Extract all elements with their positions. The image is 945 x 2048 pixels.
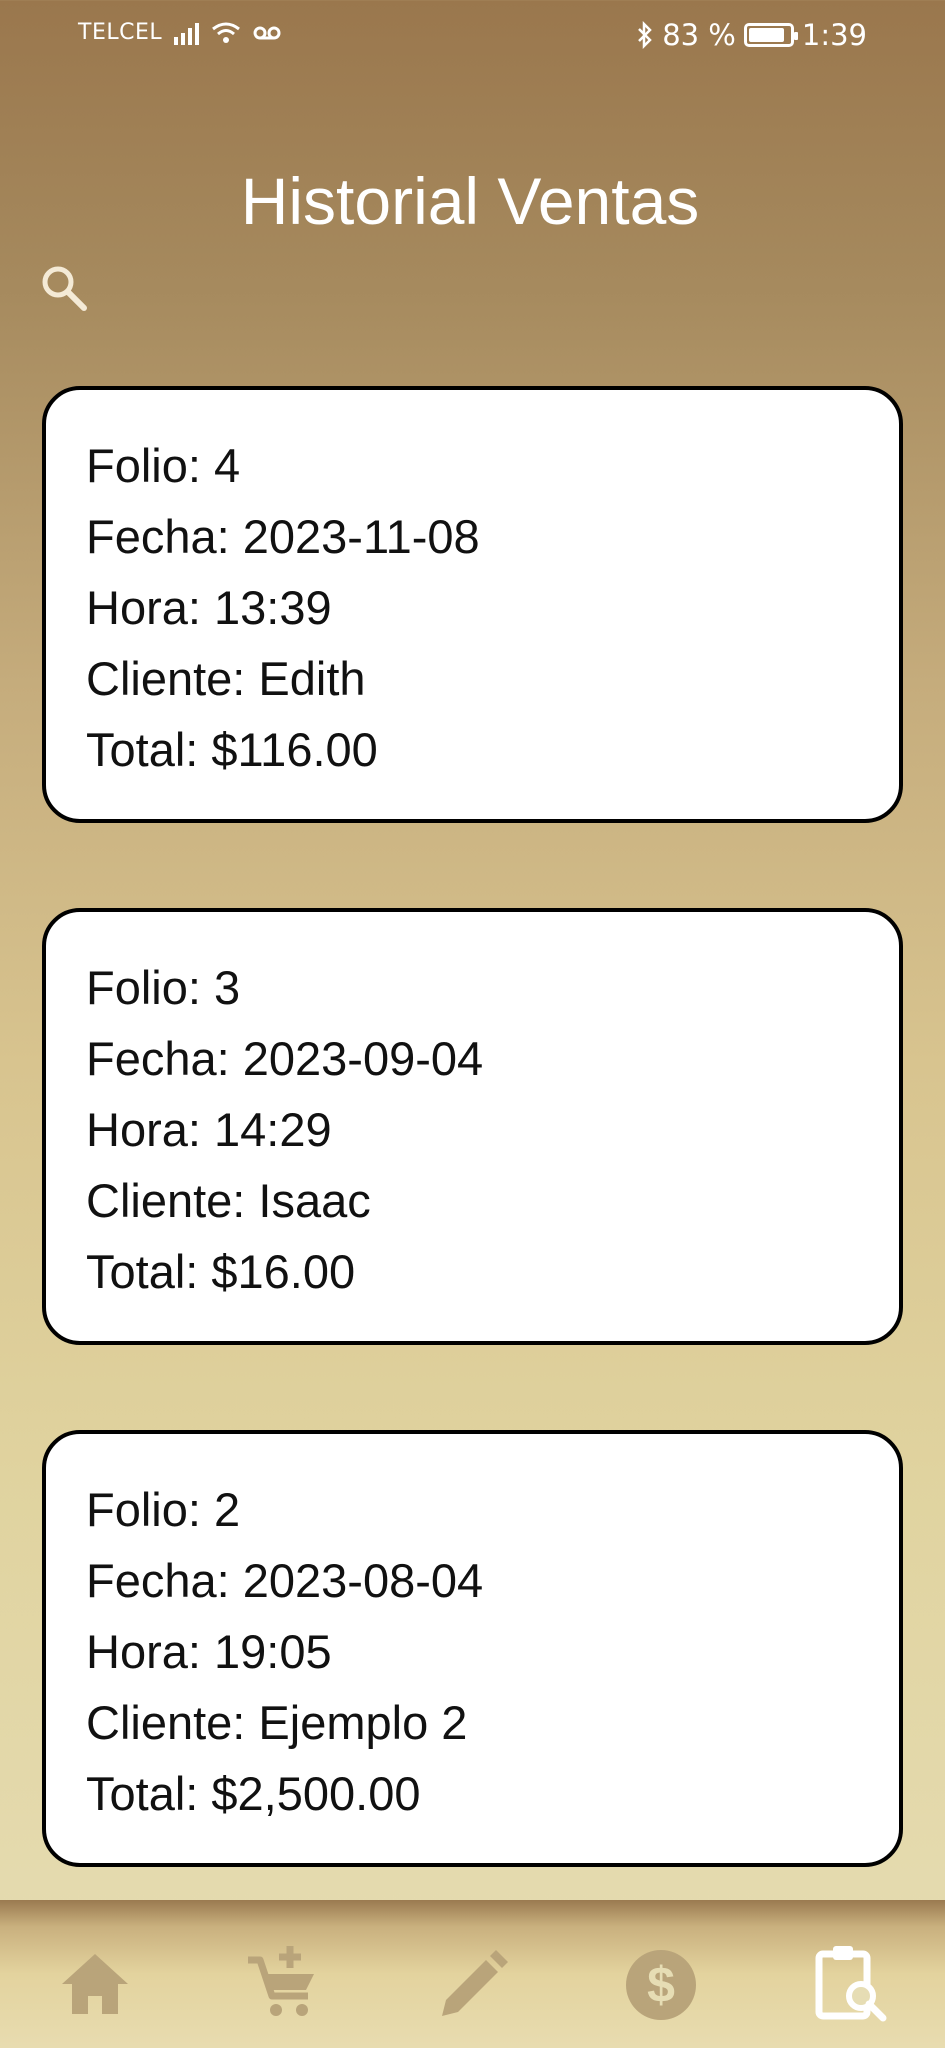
nav-new-sale[interactable] (238, 1940, 328, 2030)
sale-folio: Folio: 4 (86, 439, 241, 492)
sale-time: Hora: 19:05 (86, 1625, 332, 1678)
dollar-icon: $ (626, 1950, 696, 2020)
battery-icon (743, 23, 798, 47)
carrier-label: TELCEL (78, 20, 163, 45)
home-icon (62, 1954, 128, 2014)
page-title: Historial Ventas (240, 164, 700, 238)
nav-home[interactable] (50, 1940, 140, 2030)
sale-client: Cliente: Isaac (86, 1174, 371, 1227)
bottom-nav: $ (0, 1900, 945, 2048)
status-bar: TELCEL 83 % 1:39 (0, 0, 945, 72)
sale-total: Total: $2,500.00 (86, 1767, 421, 1820)
search-button[interactable] (36, 260, 92, 316)
sale-total: Total: $16.00 (86, 1245, 356, 1298)
signal-icon (174, 21, 200, 45)
sale-folio: Folio: 3 (86, 961, 241, 1014)
sale-client: Cliente: Ejemplo 2 (86, 1696, 468, 1749)
sale-folio: Folio: 2 (86, 1483, 241, 1536)
status-right: 83 % 1:39 (636, 18, 867, 52)
battery-percent: 83 % (662, 18, 736, 52)
sale-card[interactable]: Folio: 4 Fecha: 2023-11-08 Hora: 13:39 C… (42, 386, 903, 823)
wifi-icon (212, 22, 241, 43)
cart-add-icon (248, 1946, 314, 2016)
sale-total: Total: $116.00 (86, 723, 378, 776)
search-icon (42, 266, 87, 311)
nav-sales-history[interactable] (805, 1940, 895, 2030)
sale-date: Fecha: 2023-08-04 (86, 1554, 484, 1607)
sale-date: Fecha: 2023-11-08 (86, 510, 480, 563)
sale-card[interactable]: Folio: 3 Fecha: 2023-09-04 Hora: 14:29 C… (42, 908, 903, 1345)
voicemail-icon (253, 26, 281, 39)
pencil-icon (442, 1950, 508, 2016)
sale-time: Hora: 14:29 (86, 1103, 332, 1156)
sale-client: Cliente: Edith (86, 652, 366, 705)
status-left: TELCEL (78, 20, 281, 45)
clock: 1:39 (801, 18, 867, 52)
clipboard-search-icon (815, 1946, 887, 2022)
sale-time: Hora: 13:39 (86, 581, 332, 634)
nav-edit[interactable] (428, 1940, 518, 2030)
sale-date: Fecha: 2023-09-04 (86, 1032, 484, 1085)
nav-payments[interactable]: $ (616, 1940, 706, 2030)
bluetooth-icon (638, 21, 652, 49)
sale-card[interactable]: Folio: 2 Fecha: 2023-08-04 Hora: 19:05 C… (42, 1430, 903, 1867)
svg-text:$: $ (647, 1957, 675, 2013)
